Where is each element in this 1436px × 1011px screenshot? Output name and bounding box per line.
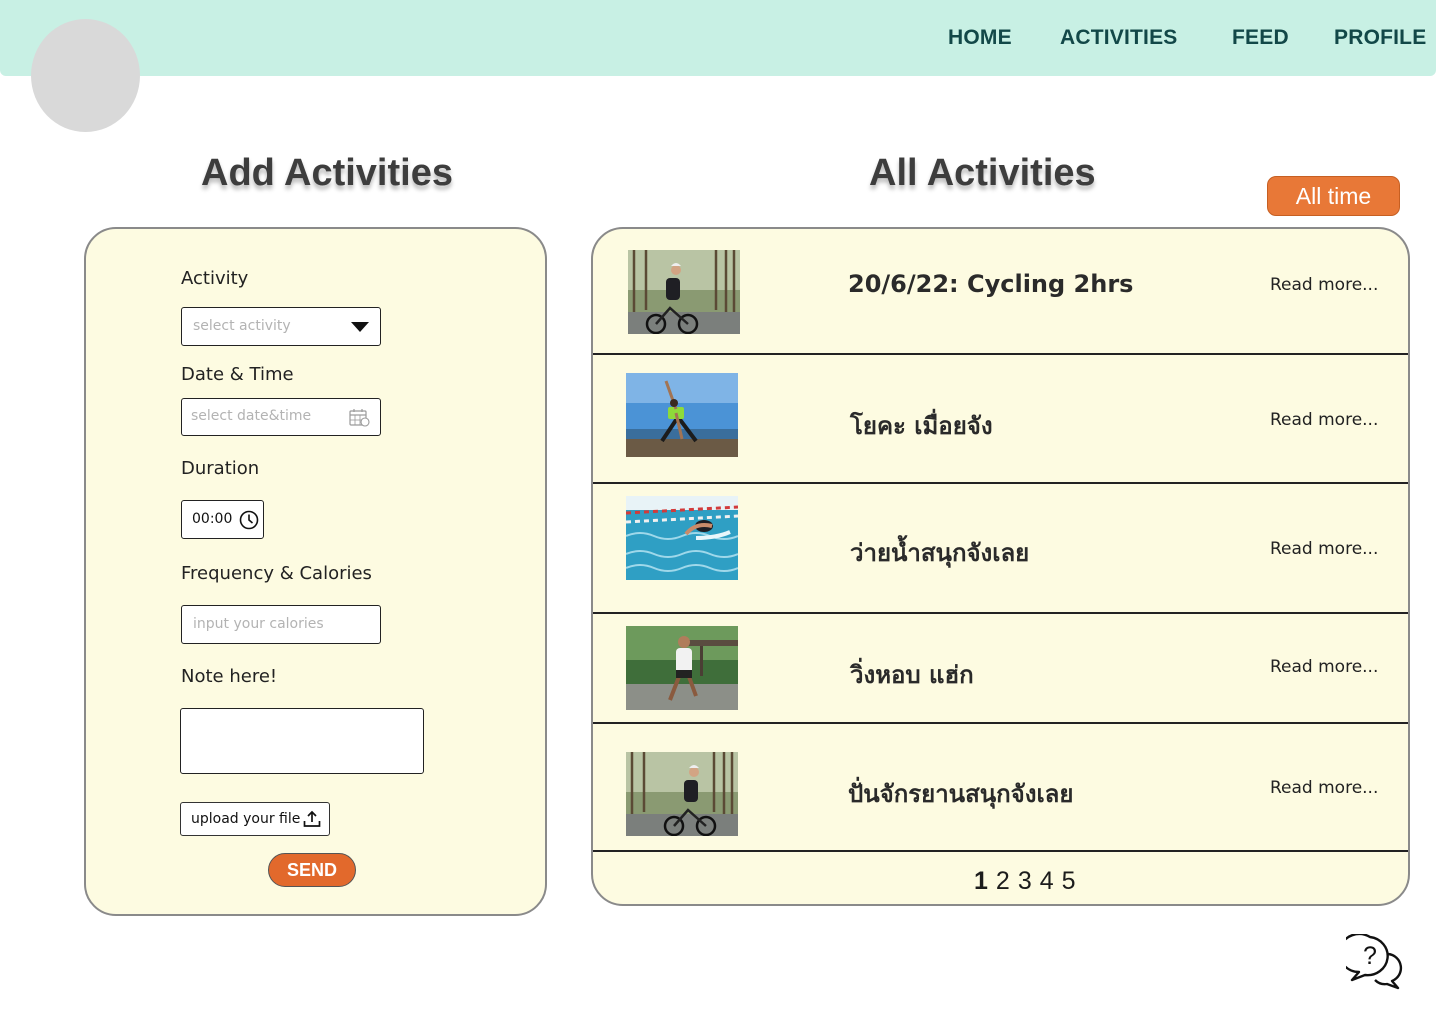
- duration-value: 00:00: [192, 511, 233, 527]
- all-activities-title: All Activities: [869, 152, 1096, 194]
- dropdown-arrow-icon: [351, 322, 369, 332]
- duration-input[interactable]: 00:00: [181, 500, 264, 539]
- activity-select[interactable]: select activity: [181, 307, 381, 346]
- note-textarea[interactable]: [180, 708, 424, 774]
- page-3-link[interactable]: 3: [1018, 867, 1032, 896]
- datetime-picker[interactable]: select date&time: [181, 398, 381, 436]
- calories-placeholder: input your calories: [193, 616, 324, 632]
- upload-icon: [303, 810, 321, 827]
- yoga-photo: [626, 373, 738, 457]
- nav-profile[interactable]: PROFILE: [1334, 26, 1426, 50]
- nav-activities[interactable]: ACTIVITIES: [1060, 26, 1178, 50]
- activity-title[interactable]: ปั่นจักรยานสนุกจังเลย: [848, 774, 1073, 813]
- nav-feed[interactable]: FEED: [1232, 26, 1289, 50]
- row-divider: [593, 353, 1408, 355]
- cycling-photo: [626, 752, 738, 836]
- top-nav-bar: [0, 0, 1436, 76]
- activity-title[interactable]: 20/6/22: Cycling 2hrs: [848, 270, 1133, 298]
- send-button[interactable]: SEND: [268, 853, 356, 887]
- row-divider: [593, 482, 1408, 484]
- page-2-link[interactable]: 2: [996, 867, 1010, 896]
- activity-thumbnail[interactable]: [628, 250, 740, 334]
- activity-select-placeholder: select activity: [193, 318, 291, 334]
- row-divider: [593, 612, 1408, 614]
- row-divider: [593, 722, 1408, 724]
- activity-title[interactable]: โยคะ เมื่อยจัง: [850, 406, 993, 445]
- activity-thumbnail[interactable]: [626, 626, 738, 710]
- svg-text:?: ?: [1363, 942, 1377, 970]
- page-4-link[interactable]: 4: [1040, 867, 1054, 896]
- activity-title[interactable]: ว่ายน้ำสนุกจังเลย: [850, 533, 1029, 572]
- duration-label: Duration: [181, 458, 260, 479]
- read-more-link[interactable]: Read more...: [1270, 657, 1378, 677]
- swimming-photo: [626, 496, 738, 580]
- nav-home[interactable]: HOME: [948, 26, 1012, 50]
- read-more-link[interactable]: Read more...: [1270, 275, 1378, 295]
- upload-label: upload your file: [191, 811, 301, 827]
- row-divider: [593, 850, 1408, 852]
- read-more-link[interactable]: Read more...: [1270, 778, 1378, 798]
- page-1-link[interactable]: 1: [974, 867, 988, 896]
- cycling-photo: [628, 250, 740, 334]
- calendar-icon[interactable]: [349, 408, 370, 427]
- calories-label: Frequency & Calories: [181, 563, 372, 584]
- running-photo: [626, 626, 738, 710]
- activity-thumbnail[interactable]: [626, 373, 738, 457]
- time-filter-button[interactable]: All time: [1267, 176, 1400, 216]
- activity-title[interactable]: วิ่งหอบ แฮ่ก: [850, 655, 974, 694]
- add-activities-title: Add Activities: [201, 152, 453, 194]
- activity-label: Activity: [181, 268, 249, 289]
- datetime-placeholder: select date&time: [191, 408, 312, 424]
- activity-thumbnail[interactable]: [626, 752, 738, 836]
- page-5-link[interactable]: 5: [1062, 867, 1076, 896]
- avatar[interactable]: [31, 19, 140, 132]
- chat-help-icon[interactable]: ?: [1346, 934, 1404, 990]
- note-label: Note here!: [181, 666, 278, 687]
- clock-icon: [239, 510, 259, 530]
- pagination: 1 2 3 4 5: [974, 867, 1076, 896]
- calories-input[interactable]: input your calories: [181, 605, 381, 644]
- read-more-link[interactable]: Read more...: [1270, 539, 1378, 559]
- upload-file-button[interactable]: upload your file: [180, 802, 330, 836]
- datetime-label: Date & Time: [181, 364, 294, 385]
- read-more-link[interactable]: Read more...: [1270, 410, 1378, 430]
- activity-thumbnail[interactable]: [626, 496, 738, 580]
